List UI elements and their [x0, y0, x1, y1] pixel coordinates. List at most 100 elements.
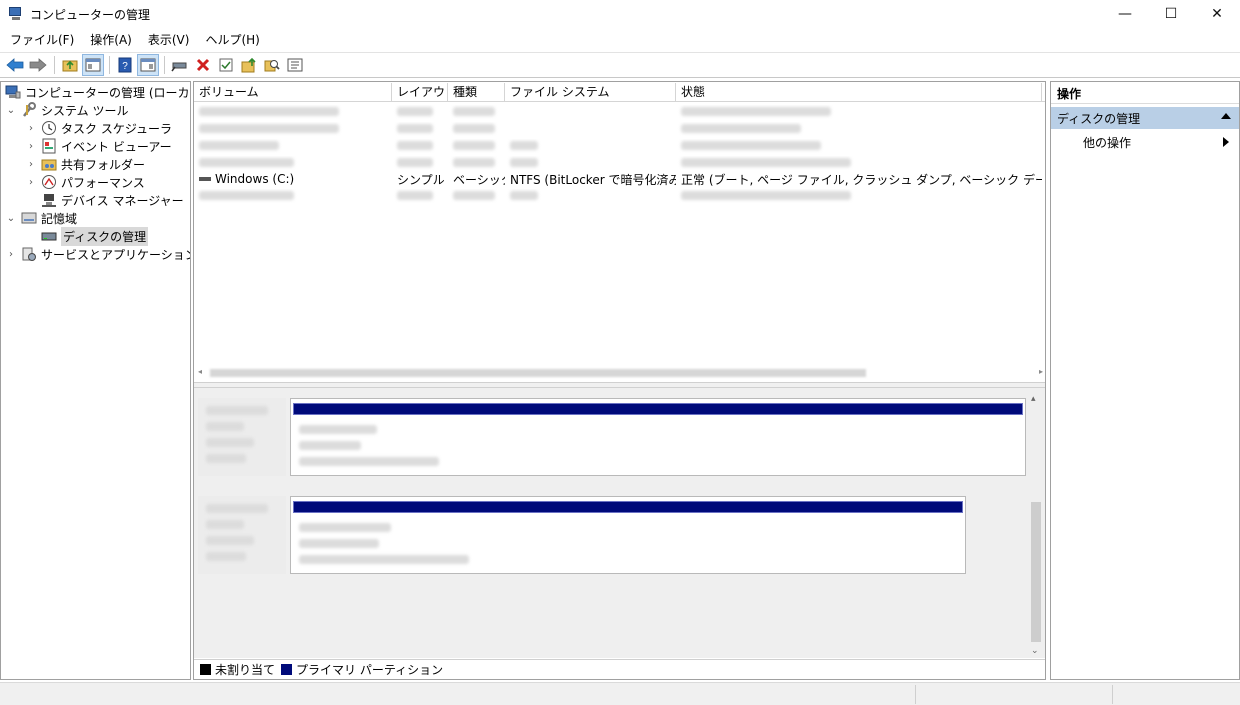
disk-management-pane: ボリューム レイアウト 種類 ファイル システム 状態 W [193, 81, 1046, 680]
toolbar-separator [164, 56, 165, 74]
submenu-arrow-icon [1223, 137, 1229, 147]
disk-drive-icon [41, 228, 57, 244]
tools-icon [21, 102, 37, 118]
console-tree-icon [85, 58, 101, 72]
redacted-text [199, 107, 339, 116]
check-button[interactable] [215, 54, 237, 76]
column-header-filesystem[interactable]: ファイル システム [505, 83, 676, 102]
chevron-right-icon[interactable]: › [25, 141, 37, 152]
column-header-type[interactable]: 種類 [448, 83, 505, 102]
menu-file[interactable]: ファイル(F) [2, 30, 82, 50]
tree-item-device-manager[interactable]: デバイス マネージャー [41, 191, 184, 209]
window-title: コンピューターの管理 [30, 7, 151, 22]
menu-action[interactable]: 操作(A) [82, 30, 140, 50]
drive-connect-icon [171, 62, 187, 72]
chevron-right-icon[interactable]: › [25, 177, 37, 188]
properties-icon [287, 58, 303, 72]
help-book-icon: ? [118, 57, 132, 73]
primary-partition-bar [293, 501, 963, 513]
redacted-text [681, 107, 831, 116]
show-action-pane-button[interactable] [137, 54, 159, 76]
tree-item-task-scheduler[interactable]: › タスク スケジューラ [25, 119, 172, 137]
status-bar [0, 682, 1240, 705]
chevron-down-icon[interactable]: ⌄ [5, 105, 17, 116]
properties-button[interactable] [284, 54, 306, 76]
scrollbar-thumb[interactable] [1031, 502, 1041, 642]
help-button[interactable]: ? [114, 54, 136, 76]
tree-item-system-tools[interactable]: ⌄ システム ツール [5, 101, 128, 119]
tree-item-disk-management[interactable]: ディスクの管理 [41, 226, 149, 246]
disk-view-vertical-scrollbar[interactable]: ▴ ⌄ [1029, 394, 1043, 656]
chevron-right-icon[interactable]: › [5, 249, 17, 260]
volume-list-horizontal-scrollbar[interactable]: ◂ ▸ [198, 367, 1043, 379]
redacted-text [453, 158, 495, 167]
show-console-tree-button[interactable] [82, 54, 104, 76]
action-pane-icon [140, 58, 156, 72]
column-header-volume[interactable]: ボリューム [194, 83, 392, 102]
tree-item-shared-folders[interactable]: › 共有フォルダー [25, 155, 145, 173]
search-button[interactable] [261, 54, 283, 76]
actions-section-label: ディスクの管理 [1057, 111, 1141, 126]
minimize-button[interactable]: — [1102, 0, 1148, 28]
tree-item-performance[interactable]: › パフォーマンス [25, 173, 145, 191]
disk-info-label[interactable] [198, 398, 286, 476]
column-header-status[interactable]: 状態 [676, 83, 1042, 102]
computer-management-icon [5, 84, 21, 100]
title-bar: コンピューターの管理 — ☐ ✕ [0, 0, 1240, 28]
redacted-text [206, 520, 244, 529]
tree-item-event-viewer[interactable]: › イベント ビューアー [25, 137, 172, 155]
scroll-down-icon[interactable]: ⌄ [1031, 646, 1039, 656]
menu-help[interactable]: ヘルプ(H) [197, 30, 267, 50]
up-arrow-button[interactable] [238, 54, 260, 76]
tree-item-services[interactable]: › サービスとアプリケーション [5, 245, 190, 263]
redacted-text [510, 158, 538, 167]
table-row[interactable] [194, 104, 1045, 120]
menu-view[interactable]: 表示(V) [140, 30, 198, 50]
scroll-right-icon[interactable]: ▸ [1039, 367, 1043, 376]
delete-button[interactable] [192, 54, 214, 76]
redacted-text [206, 504, 268, 513]
column-header-layout[interactable]: レイアウト [392, 83, 448, 102]
forward-button[interactable] [27, 54, 49, 76]
volume-type: ベーシック [453, 172, 505, 187]
scrollbar-thumb[interactable] [210, 369, 866, 377]
tree-item-root[interactable]: コンピューターの管理 (ローカル) [5, 83, 190, 101]
table-row[interactable] [194, 121, 1045, 137]
more-actions-item[interactable]: 他の操作 [1083, 134, 1239, 152]
search-folder-icon [264, 60, 280, 72]
delete-x-icon [196, 58, 210, 72]
chevron-right-icon[interactable]: › [25, 123, 37, 134]
actions-header: 操作 [1051, 84, 1239, 104]
maximize-button[interactable]: ☐ [1148, 0, 1194, 28]
redacted-text [453, 107, 495, 116]
table-row[interactable] [194, 188, 1045, 204]
redacted-text [199, 158, 294, 167]
volume-row-windows[interactable]: Windows (C:) シンプル ベーシック NTFS (BitLocker … [194, 171, 1045, 187]
up-level-button[interactable] [59, 54, 81, 76]
redacted-text [453, 141, 495, 150]
disk-partition[interactable] [290, 398, 1026, 476]
scroll-up-icon[interactable]: ▴ [1031, 394, 1036, 404]
collapse-up-icon[interactable] [1221, 113, 1231, 119]
table-row[interactable] [194, 155, 1045, 171]
actions-section-disk-management[interactable]: ディスクの管理 [1051, 107, 1239, 129]
connect-button[interactable] [169, 54, 191, 76]
tree-label: タスク スケジューラ [61, 121, 172, 136]
disk-info-label[interactable] [198, 496, 286, 574]
disk-partition[interactable] [290, 496, 966, 574]
back-button[interactable] [4, 54, 26, 76]
volume-filesystem: NTFS (BitLocker で暗号化済み) [510, 172, 676, 187]
redacted-text [397, 158, 433, 167]
redacted-text [681, 141, 821, 150]
scroll-left-icon[interactable]: ◂ [198, 367, 202, 376]
table-row[interactable] [194, 138, 1045, 154]
close-button[interactable]: ✕ [1194, 0, 1240, 28]
tree-item-storage[interactable]: ⌄ 記憶域 [5, 209, 77, 227]
chevron-down-icon[interactable]: ⌄ [5, 213, 17, 224]
folder-up-icon [62, 60, 78, 72]
computer-management-icon [8, 6, 24, 22]
redacted-text [397, 124, 433, 133]
storage-icon [21, 210, 37, 226]
chevron-right-icon[interactable]: › [25, 159, 37, 170]
tree-label: 共有フォルダー [61, 157, 146, 172]
